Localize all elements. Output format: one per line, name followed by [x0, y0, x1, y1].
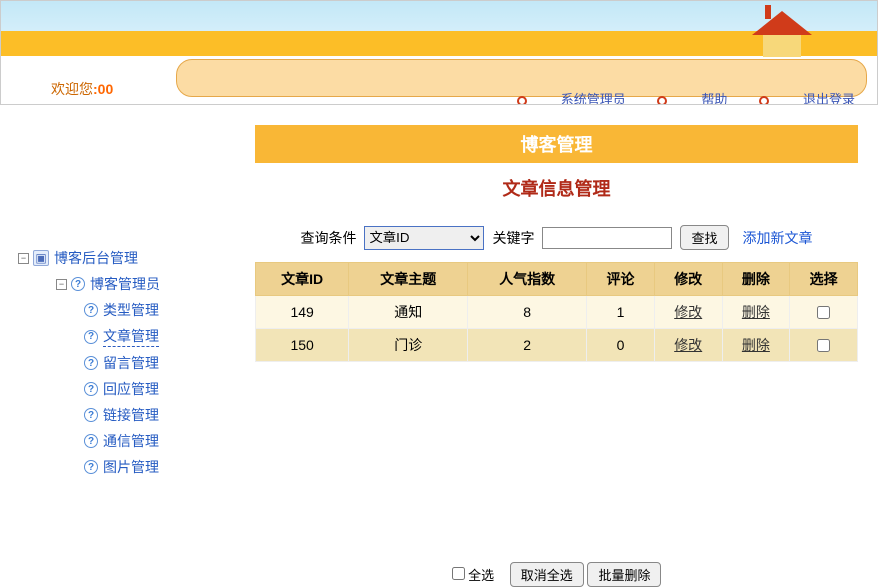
table-header: 文章ID	[256, 263, 349, 296]
sidebar-item-label: 通信管理	[103, 431, 159, 451]
table-header: 删除	[722, 263, 790, 296]
sidebar-item-label: 类型管理	[103, 300, 159, 320]
question-icon: ?	[84, 460, 98, 474]
edit-link[interactable]: 修改	[674, 337, 702, 353]
welcome-user: :00	[93, 81, 113, 97]
table-cell: 门诊	[349, 329, 468, 362]
condition-select[interactable]: 文章ID	[364, 226, 484, 250]
add-article-link[interactable]: 添加新文章	[743, 228, 813, 248]
question-icon: ?	[71, 277, 85, 291]
condition-label: 查询条件	[300, 228, 356, 248]
table-cell: 149	[256, 296, 349, 329]
sidebar-root-label: 博客后台管理	[54, 248, 138, 268]
keyword-label: 关键字	[492, 228, 534, 248]
cancel-all-button[interactable]: 取消全选	[510, 562, 584, 587]
question-icon: ?	[84, 434, 98, 448]
sidebar-item[interactable]: ? 图片管理	[84, 454, 225, 480]
sidebar-admin[interactable]: − ? 博客管理员	[56, 271, 225, 297]
sidebar-root[interactable]: − ▣ 博客后台管理	[18, 245, 225, 271]
row-checkbox[interactable]	[817, 339, 830, 352]
table-header: 选择	[790, 263, 858, 296]
table-cell: 0	[587, 329, 655, 362]
sidebar-item[interactable]: ? 通信管理	[84, 428, 225, 454]
sidebar-item-label: 文章管理	[103, 326, 159, 347]
content-area: 博客管理 文章信息管理 查询条件 文章ID 关键字 查找 添加新文章 文章ID文…	[235, 105, 878, 569]
question-icon: ?	[84, 356, 98, 370]
sidebar-item-label: 留言管理	[103, 353, 159, 373]
top-nav: 系统管理员 帮助 退出登录	[489, 89, 855, 105]
keyword-input[interactable]	[542, 227, 672, 249]
question-icon: ?	[84, 303, 98, 317]
question-icon: ?	[84, 382, 98, 396]
batch-delete-button[interactable]: 批量删除	[587, 562, 661, 587]
delete-link[interactable]: 删除	[742, 337, 770, 353]
sidebar-admin-label: 博客管理员	[90, 274, 160, 294]
select-all-label[interactable]: 全选	[452, 568, 498, 583]
page-icon: ▣	[33, 250, 49, 266]
nav-help[interactable]: 帮助	[657, 92, 727, 105]
bullet-icon	[517, 96, 527, 105]
table-row: 149通知81 修改 删除	[256, 296, 858, 329]
page-subtitle: 文章信息管理	[255, 175, 858, 201]
edit-link[interactable]: 修改	[674, 304, 702, 320]
table-cell: 通知	[349, 296, 468, 329]
welcome-prefix: 欢迎您	[51, 81, 93, 97]
sidebar-item[interactable]: ? 留言管理	[84, 350, 225, 376]
sidebar-item-label: 链接管理	[103, 405, 159, 425]
bullet-icon	[759, 96, 769, 105]
table-row: 150门诊20 修改 删除	[256, 329, 858, 362]
collapse-icon[interactable]: −	[56, 279, 67, 290]
footer-actions: 全选 取消全选 批量删除	[255, 562, 858, 587]
table-header: 人气指数	[468, 263, 587, 296]
table-header: 文章主题	[349, 263, 468, 296]
sidebar-item-label: 图片管理	[103, 457, 159, 477]
page-title: 博客管理	[255, 125, 858, 163]
sidebar-item-label: 回应管理	[103, 379, 159, 399]
table-header: 修改	[654, 263, 722, 296]
sidebar-item[interactable]: ? 回应管理	[84, 376, 225, 402]
table-cell: 8	[468, 296, 587, 329]
row-checkbox[interactable]	[817, 306, 830, 319]
search-button[interactable]: 查找	[680, 225, 728, 250]
table-cell: 150	[256, 329, 349, 362]
table-cell: 2	[468, 329, 587, 362]
house-icon	[752, 11, 812, 61]
article-table: 文章ID文章主题人气指数评论修改删除选择 149通知81修改删除150门诊20修…	[255, 262, 858, 362]
question-icon: ?	[84, 408, 98, 422]
bullet-icon	[657, 96, 667, 105]
header-banner: 欢迎您:00 系统管理员 帮助 退出登录	[0, 0, 878, 105]
sidebar: − ▣ 博客后台管理 − ? 博客管理员 ? 类型管理? 文章管理? 留言管理? 回应管…	[0, 105, 235, 569]
sidebar-item[interactable]: ? 类型管理	[84, 297, 225, 323]
nav-logout[interactable]: 退出登录	[759, 92, 855, 105]
welcome-text: 欢迎您:00	[51, 79, 113, 99]
sidebar-item[interactable]: ? 链接管理	[84, 402, 225, 428]
sidebar-item[interactable]: ? 文章管理	[84, 323, 225, 350]
delete-link[interactable]: 删除	[742, 304, 770, 320]
nav-admin[interactable]: 系统管理员	[517, 92, 626, 105]
collapse-icon[interactable]: −	[18, 253, 29, 264]
search-row: 查询条件 文章ID 关键字 查找 添加新文章	[255, 225, 858, 250]
question-icon: ?	[84, 330, 98, 344]
table-header: 评论	[587, 263, 655, 296]
table-cell: 1	[587, 296, 655, 329]
